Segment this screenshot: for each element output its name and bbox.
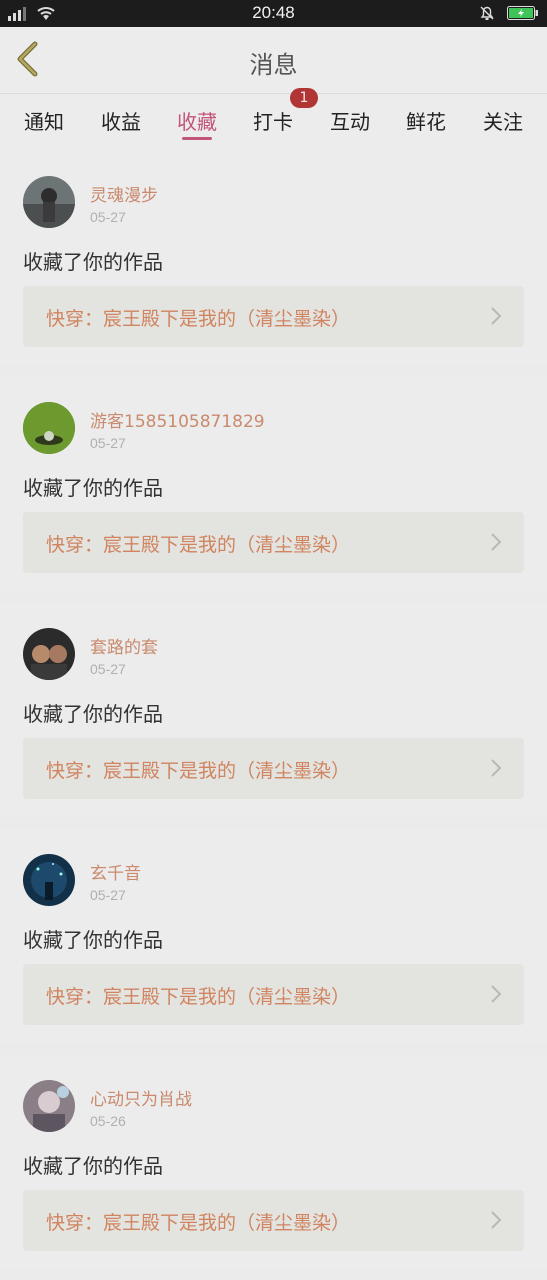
work-link[interactable]: 快穿：宸王殿下是我的（清尘墨染）: [23, 1190, 524, 1251]
avatar[interactable]: [23, 402, 75, 454]
work-link[interactable]: 快穿：宸王殿下是我的（清尘墨染）: [23, 286, 524, 347]
work-title: 快穿：宸王殿下是我的（清尘墨染）: [46, 308, 351, 330]
username[interactable]: 心动只为肖战: [90, 1085, 192, 1110]
message-card: 游客1585105871829 05-27 收藏了你的作品 快穿：宸王殿下是我的…: [0, 377, 547, 591]
chevron-right-icon: [491, 533, 502, 551]
tab-follow[interactable]: 关注: [473, 106, 533, 135]
message-date: 05-27: [90, 661, 126, 677]
work-title: 快穿：宸王殿下是我的（清尘墨染）: [46, 1212, 351, 1234]
message-date: 05-27: [90, 435, 126, 451]
messages-page: 消息 通知 收益 收藏 打卡 1 互动 鲜花 关注 灵魂漫步 05-27 收藏了…: [0, 27, 547, 1280]
status-bar: 20:48: [0, 0, 547, 27]
chevron-right-icon: [491, 985, 502, 1003]
message-text: 收藏了你的作品: [23, 250, 163, 274]
tab-interaction[interactable]: 互动: [320, 106, 380, 135]
message-card: 套路的套 05-27 收藏了你的作品 快穿：宸王殿下是我的（清尘墨染）: [0, 603, 547, 817]
active-tab-indicator: [182, 137, 212, 140]
avatar[interactable]: [23, 176, 75, 228]
message-date: 05-27: [90, 209, 126, 225]
chevron-right-icon: [491, 307, 502, 325]
checkin-badge: 1: [290, 88, 318, 108]
work-link[interactable]: 快穿：宸王殿下是我的（清尘墨染）: [23, 512, 524, 573]
message-text: 收藏了你的作品: [23, 476, 163, 500]
tab-notifications[interactable]: 通知: [14, 106, 74, 135]
username[interactable]: 游客1585105871829: [90, 407, 265, 432]
message-card: 灵魂漫步 05-27 收藏了你的作品 快穿：宸王殿下是我的（清尘墨染）: [0, 151, 547, 365]
message-text: 收藏了你的作品: [23, 1154, 163, 1178]
work-title: 快穿：宸王殿下是我的（清尘墨染）: [46, 986, 351, 1008]
message-text: 收藏了你的作品: [23, 928, 163, 952]
mute-bell-icon: [479, 5, 495, 25]
tab-flowers[interactable]: 鲜花: [396, 106, 456, 135]
message-date: 05-27: [90, 887, 126, 903]
avatar[interactable]: [23, 628, 75, 680]
chevron-right-icon: [491, 1211, 502, 1229]
work-title: 快穿：宸王殿下是我的（清尘墨染）: [46, 534, 351, 556]
avatar[interactable]: [23, 1080, 75, 1132]
message-card: 心动只为肖战 05-26 收藏了你的作品 快穿：宸王殿下是我的（清尘墨染）: [0, 1055, 547, 1269]
tab-checkin[interactable]: 打卡: [243, 106, 303, 135]
work-title: 快穿：宸王殿下是我的（清尘墨染）: [46, 760, 351, 782]
message-card: 玄千音 05-27 收藏了你的作品 快穿：宸王殿下是我的（清尘墨染）: [0, 829, 547, 1043]
page-title: 消息: [249, 51, 298, 79]
work-link[interactable]: 快穿：宸王殿下是我的（清尘墨染）: [23, 964, 524, 1025]
chevron-right-icon: [491, 759, 502, 777]
message-text: 收藏了你的作品: [23, 702, 163, 726]
tab-favorites[interactable]: 收藏: [167, 106, 227, 135]
tab-earnings[interactable]: 收益: [91, 106, 151, 135]
clock: 20:48: [252, 3, 295, 22]
username[interactable]: 套路的套: [90, 633, 158, 658]
message-date: 05-26: [90, 1113, 126, 1129]
username[interactable]: 玄千音: [90, 859, 141, 884]
avatar[interactable]: [23, 854, 75, 906]
username[interactable]: 灵魂漫步: [90, 181, 158, 206]
tab-bar: 通知 收益 收藏 打卡 1 互动 鲜花 关注: [0, 88, 547, 149]
app-header: 消息: [0, 27, 547, 93]
battery-icon: [507, 5, 539, 25]
work-link[interactable]: 快穿：宸王殿下是我的（清尘墨染）: [23, 738, 524, 799]
